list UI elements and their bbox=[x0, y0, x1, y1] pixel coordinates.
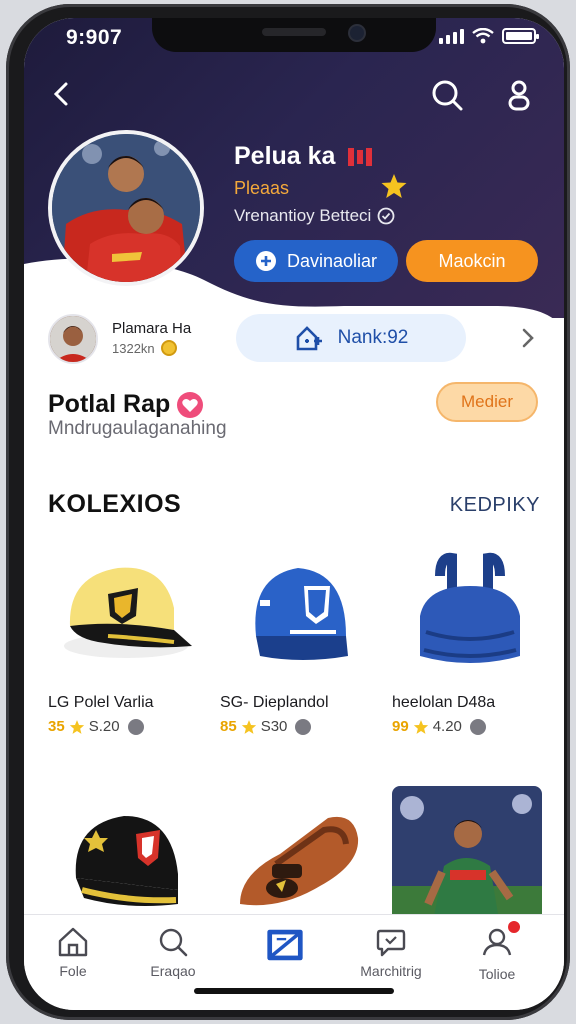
collections-title: KOLEXIOS bbox=[48, 490, 182, 518]
star-icon bbox=[69, 719, 84, 734]
tab-bar: Fole Eraqao Marchitrig Tolioe bbox=[24, 914, 564, 1010]
friend-meta: 1322kn bbox=[112, 340, 177, 356]
tab-label: Tolioe bbox=[478, 966, 516, 982]
collection-item[interactable]: LG Polel Varlia 35 S.20 bbox=[48, 538, 198, 735]
message-button[interactable]: Maokcin bbox=[406, 240, 538, 282]
item-rating: 35 bbox=[48, 718, 65, 735]
profile-subtitle: Vrenantioy Betteci bbox=[234, 206, 395, 226]
item-name: heelolan D48a bbox=[392, 694, 496, 711]
flag-icon bbox=[348, 148, 373, 167]
home-indicator bbox=[194, 988, 394, 994]
follow-button[interactable]: Davinaoliar bbox=[234, 240, 398, 282]
star-icon bbox=[381, 174, 407, 198]
more-button[interactable]: Medier bbox=[436, 382, 538, 422]
collection-item[interactable]: heelolan D48a 99 4.20 bbox=[392, 538, 542, 735]
signal-icon bbox=[439, 28, 464, 44]
chat-icon bbox=[376, 929, 406, 957]
tab-profile[interactable]: Tolioe bbox=[452, 919, 542, 982]
item-rating: 85 bbox=[220, 718, 237, 735]
item-meta: 35 S.20 bbox=[48, 718, 198, 735]
app-screen: 9:907 Pelua ka Pleaas Vrenantioy Betteci… bbox=[24, 18, 564, 1010]
message-button-label: Maokcin bbox=[438, 250, 506, 271]
follow-button-label: Davinaoliar bbox=[286, 250, 378, 271]
tab-label: Eraqao bbox=[150, 963, 196, 979]
status-time: 9:907 bbox=[66, 26, 123, 49]
tab-messages[interactable]: Marchitrig bbox=[346, 925, 436, 979]
item-meta: 85 S30 bbox=[220, 718, 370, 735]
tab-label: Fole bbox=[59, 963, 87, 979]
friend-avatar bbox=[48, 314, 98, 364]
plus-circle-icon bbox=[255, 251, 276, 271]
tab-ticket[interactable] bbox=[240, 925, 330, 969]
profile-role: Pleaas bbox=[234, 178, 290, 198]
friend-name: Plamara Ha bbox=[112, 320, 192, 337]
item-price: S.20 bbox=[88, 718, 120, 735]
verified-icon bbox=[377, 207, 395, 225]
heart-icon bbox=[177, 391, 204, 418]
collection-item[interactable] bbox=[48, 786, 198, 932]
rank-badge[interactable]: Nank:92 bbox=[236, 314, 466, 362]
friend-meta-text: 1322kn bbox=[112, 340, 155, 356]
cap-yellow-icon bbox=[48, 538, 198, 684]
tab-label: Marchitrig bbox=[360, 963, 422, 979]
chevron-right-icon[interactable] bbox=[518, 326, 538, 350]
section-title-text: Potlal Rap bbox=[48, 390, 171, 418]
star-icon bbox=[241, 719, 256, 734]
wifi-icon bbox=[472, 28, 494, 44]
collection-item[interactable] bbox=[392, 786, 542, 932]
status-icons bbox=[439, 28, 539, 44]
phone-frame: 9:907 Pelua ka Pleaas Vrenantioy Betteci… bbox=[6, 4, 570, 1020]
home-icon bbox=[58, 927, 88, 957]
item-price: S30 bbox=[260, 718, 288, 735]
back-icon[interactable] bbox=[48, 78, 76, 110]
account-icon[interactable] bbox=[504, 78, 534, 112]
item-price: 4.20 bbox=[432, 718, 462, 735]
rank-label: Nank:92 bbox=[337, 327, 409, 348]
notification-badge bbox=[506, 919, 522, 935]
players-image bbox=[52, 134, 200, 282]
section-title: Potlal Rap bbox=[48, 390, 204, 419]
info-icon bbox=[295, 718, 312, 735]
item-rating: 99 bbox=[392, 718, 409, 735]
collections-link[interactable]: KEDPIKY bbox=[450, 494, 540, 517]
profile-name-text: Pelua ka bbox=[234, 142, 336, 170]
item-meta: 99 4.20 bbox=[392, 718, 542, 735]
collection-item[interactable] bbox=[220, 786, 370, 932]
search-icon[interactable] bbox=[430, 78, 464, 112]
home-rank-icon bbox=[296, 326, 322, 351]
player-photo-icon bbox=[392, 786, 542, 932]
battery-icon bbox=[502, 28, 539, 44]
search-icon bbox=[159, 928, 188, 957]
cap-black-icon bbox=[48, 786, 198, 932]
info-icon bbox=[127, 718, 144, 735]
profile-subtitle-text: Vrenantioy Betteci bbox=[234, 206, 372, 225]
info-icon bbox=[469, 718, 486, 735]
shoe-brown-icon bbox=[220, 786, 370, 932]
section-subtitle: Mndrugaulaganahing bbox=[48, 418, 227, 439]
tab-search[interactable]: Eraqao bbox=[128, 925, 218, 979]
tab-home[interactable]: Fole bbox=[28, 925, 118, 979]
friend-row[interactable]: Plamara Ha 1322kn Nank:92 bbox=[48, 314, 542, 370]
collection-item[interactable]: SG- Dieplandol 85 S30 bbox=[220, 538, 370, 735]
ticket-icon bbox=[267, 929, 303, 961]
more-button-label: Medier bbox=[461, 392, 513, 411]
coin-icon bbox=[160, 340, 177, 356]
profile-name: Pelua ka bbox=[234, 142, 374, 171]
device-notch bbox=[152, 18, 436, 52]
profile-avatar bbox=[48, 130, 204, 286]
cap-blue-icon bbox=[220, 538, 370, 684]
star-icon bbox=[413, 719, 428, 734]
item-name: LG Polel Varlia bbox=[48, 694, 154, 711]
bag-blue-icon bbox=[392, 538, 542, 684]
item-name: SG- Dieplandol bbox=[220, 694, 329, 711]
